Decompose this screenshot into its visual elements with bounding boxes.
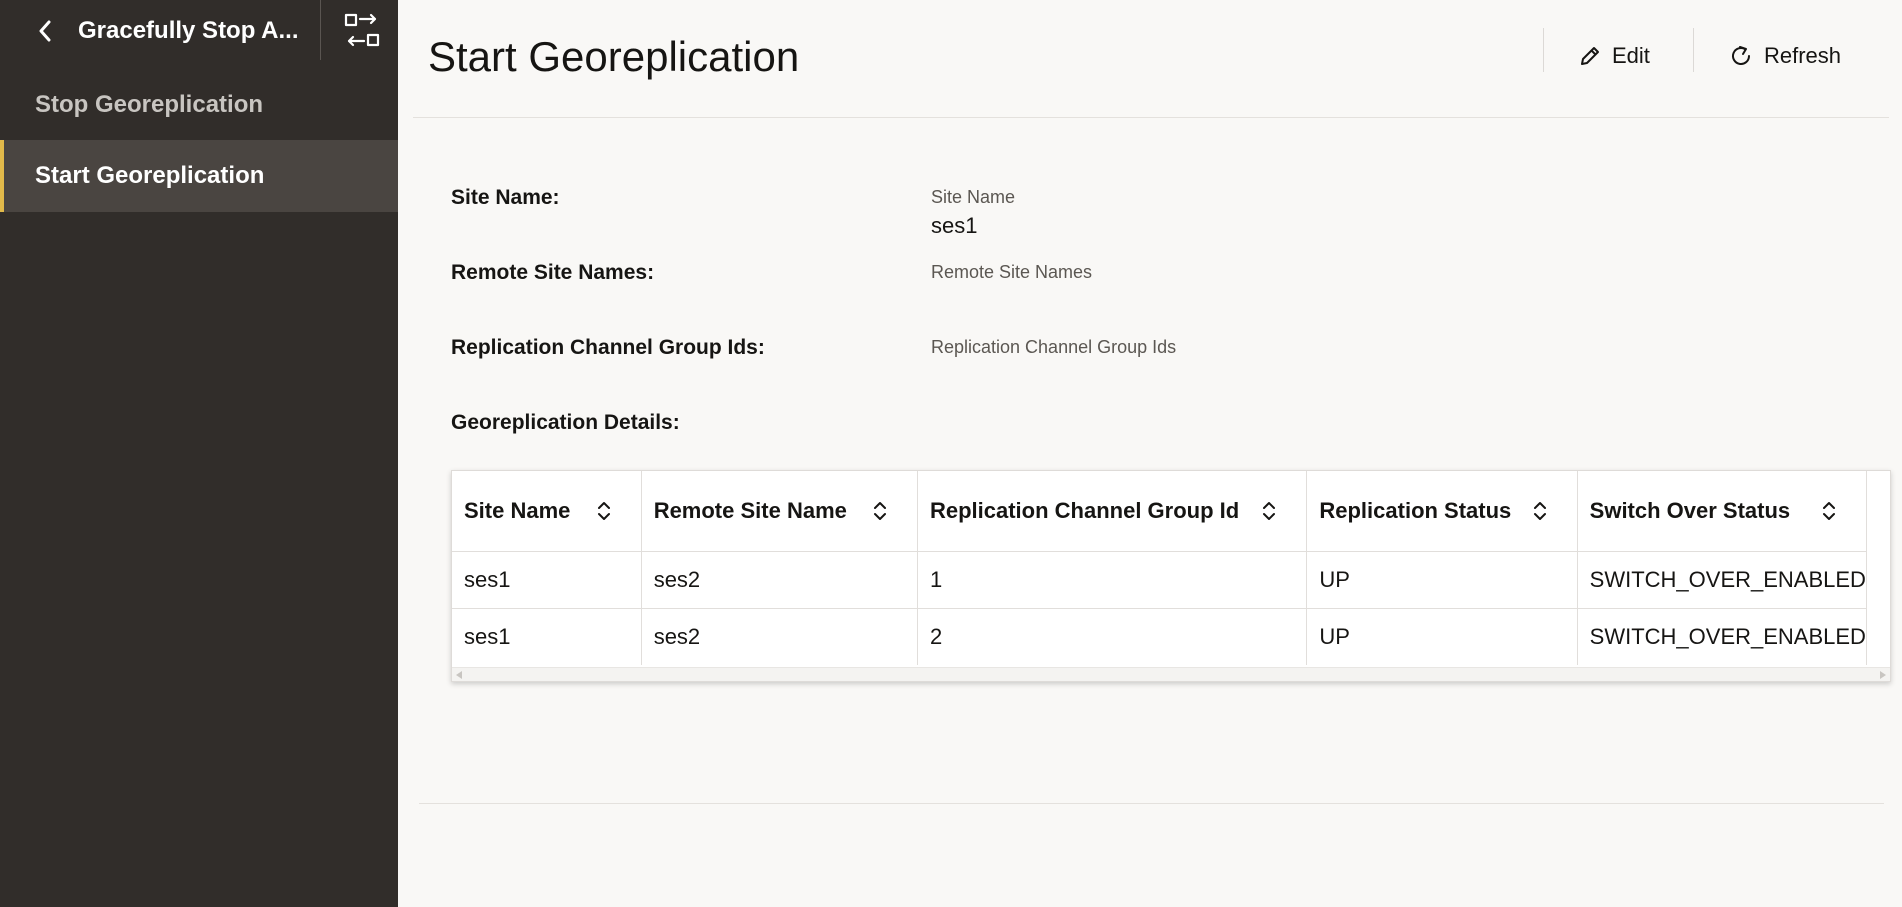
site-name-value: ses1: [931, 213, 978, 238]
table-header-row: Site Name Remote Site Name Replication C…: [452, 471, 1868, 551]
sort-icon[interactable]: [1258, 496, 1280, 526]
column-header-label: Replication Status: [1319, 497, 1512, 523]
column-header-remote-site-name[interactable]: Remote Site Name: [641, 471, 918, 551]
cell-remote-site-name: ses2: [641, 550, 918, 608]
cell-site-name: ses1: [452, 550, 642, 608]
georeplication-table: Site Name Remote Site Name Replication C…: [451, 470, 1891, 682]
column-header-switch-over-status[interactable]: Switch Over Status: [1577, 471, 1868, 551]
cell-remote-site-name: ses2: [641, 607, 918, 665]
footer-divider: [419, 803, 1884, 804]
cell-switch-over-status: SWITCH_OVER_ENABLED: [1577, 607, 1868, 665]
toolbar-divider: [1693, 28, 1694, 72]
sidebar-item-start-georeplication[interactable]: Start Georeplication: [0, 140, 398, 212]
cell-channel-group-id: 1: [917, 550, 1308, 608]
swap-icon: [344, 13, 380, 47]
scroll-left-icon[interactable]: [456, 671, 462, 679]
refresh-button[interactable]: Refresh: [1728, 34, 1841, 78]
channel-group-ids-label: Replication Channel Group Ids:: [451, 336, 765, 359]
chevron-left-icon: [39, 20, 51, 42]
horizontal-scrollbar[interactable]: [452, 667, 1890, 681]
sidebar-divider: [320, 0, 321, 60]
sidebar: Gracefully Stop A... Stop Georeplication…: [0, 0, 398, 907]
cell-site-name: ses1: [452, 607, 642, 665]
column-header-label: Switch Over Status: [1589, 497, 1791, 523]
sidebar-item-stop-georeplication[interactable]: Stop Georeplication: [0, 69, 398, 141]
sort-icon[interactable]: [593, 496, 615, 526]
column-header-label: Site Name: [464, 497, 571, 523]
edit-label: Edit: [1612, 43, 1650, 68]
scroll-right-icon[interactable]: [1880, 671, 1886, 679]
toolbar-divider: [1543, 28, 1544, 72]
sort-icon[interactable]: [869, 496, 891, 526]
refresh-label: Refresh: [1764, 43, 1842, 68]
back-button[interactable]: [30, 14, 60, 48]
switch-view-button[interactable]: [340, 8, 384, 52]
sidebar-item-label: Start Georeplication: [35, 162, 265, 189]
sidebar-header: Gracefully Stop A...: [0, 0, 398, 62]
sort-icon[interactable]: [1529, 496, 1551, 526]
table-row[interactable]: ses1 ses2 1 UP SWITCH_OVER_ENABLED: [452, 550, 1868, 608]
cell-replication-status: UP: [1306, 550, 1578, 608]
header-divider: [413, 117, 1889, 118]
column-header-label: Replication Channel Group Id: [929, 497, 1240, 523]
remote-site-names-label: Remote Site Names:: [451, 261, 655, 284]
cell-replication-status: UP: [1306, 607, 1578, 665]
site-name-hint: Site Name: [931, 187, 1016, 207]
column-header-site-name[interactable]: Site Name: [452, 471, 642, 551]
site-name-label: Site Name:: [451, 186, 560, 209]
refresh-icon: [1732, 46, 1750, 65]
cell-channel-group-id: 2: [917, 607, 1308, 665]
table-row[interactable]: ses1 ses2 2 UP SWITCH_OVER_ENABLED: [452, 607, 1868, 665]
sort-icon[interactable]: [1818, 496, 1840, 526]
page-title: Start Georeplication: [428, 33, 800, 80]
sidebar-item-label: Stop Georeplication: [35, 91, 264, 118]
column-header-replication-status[interactable]: Replication Status: [1306, 471, 1578, 551]
sidebar-title: Gracefully Stop A...: [78, 17, 299, 44]
channel-group-ids-hint: Replication Channel Group Ids: [931, 337, 1177, 357]
cell-switch-over-status: SWITCH_OVER_ENABLED: [1577, 550, 1868, 608]
edit-button[interactable]: Edit: [1578, 34, 1650, 78]
georeplication-details-label: Georeplication Details:: [451, 411, 680, 434]
remote-site-names-hint: Remote Site Names: [931, 262, 1093, 282]
column-header-channel-group-id[interactable]: Replication Channel Group Id: [917, 471, 1308, 551]
column-header-label: Remote Site Name: [653, 497, 847, 523]
pencil-icon: [1581, 47, 1599, 65]
